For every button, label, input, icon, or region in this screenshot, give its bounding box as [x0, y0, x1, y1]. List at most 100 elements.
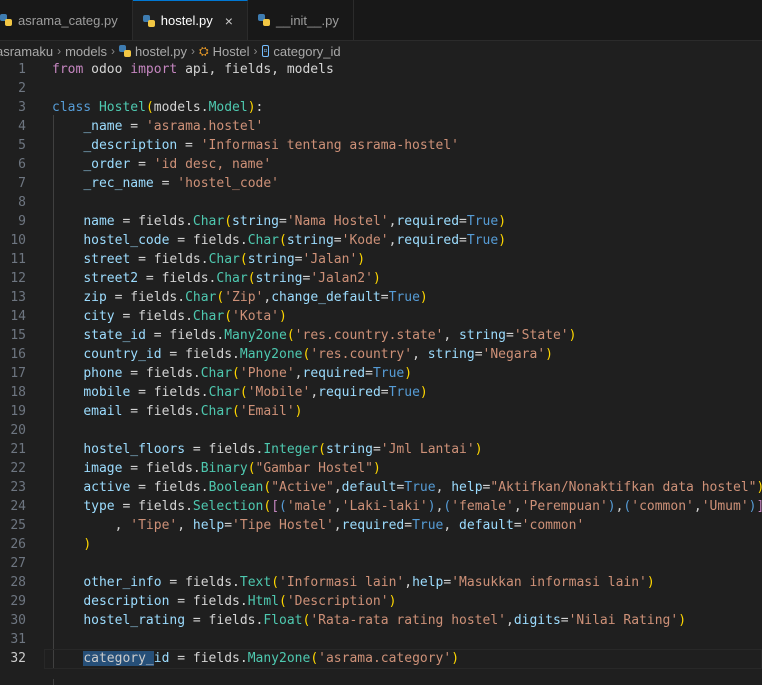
- horizontal-scrollbar[interactable]: [0, 669, 762, 679]
- code-line[interactable]: 28 other_info = fields.Text('Informasi l…: [0, 573, 762, 592]
- code-line[interactable]: 2: [0, 79, 762, 98]
- code-token: [52, 214, 83, 229]
- code-token: hostel_floors: [83, 442, 185, 457]
- code-token: =: [334, 233, 342, 248]
- code-token: "Aktifkan/Nonaktifkan data hostel": [490, 480, 756, 495]
- code-token: [52, 499, 83, 514]
- code-token: = fields.: [122, 404, 200, 419]
- code-token: Many2one: [224, 328, 287, 343]
- line-number: 2: [0, 79, 26, 98]
- code-token: Many2one: [248, 651, 311, 666]
- code-line[interactable]: 17 phone = fields.Char('Phone',required=…: [0, 364, 762, 383]
- code-token: street: [83, 252, 130, 267]
- code-line[interactable]: 25 , 'Tipe', help='Tipe Hostel',required…: [0, 516, 762, 535]
- code-token: models.: [154, 100, 209, 115]
- code-text: category_id = fields.Many2one('asrama.ca…: [52, 649, 459, 668]
- line-number: 21: [0, 440, 26, 459]
- code-line[interactable]: 20: [0, 421, 762, 440]
- code-token: ,: [177, 518, 193, 533]
- code-token: ): [498, 214, 506, 229]
- tab-asrama-categ[interactable]: asrama_categ.py: [0, 0, 133, 40]
- code-line[interactable]: 27: [0, 554, 762, 573]
- code-text: hostel_code = fields.Char(string='Kode',…: [52, 231, 506, 250]
- code-token: = fields.: [115, 214, 193, 229]
- code-token: =: [381, 290, 389, 305]
- tab-hostel[interactable]: hostel.py ×: [133, 0, 248, 40]
- code-line[interactable]: 6 _order = 'id desc, name': [0, 155, 762, 174]
- breadcrumb-symbol[interactable]: category_id: [273, 44, 340, 59]
- line-number: 8: [0, 193, 26, 212]
- code-line[interactable]: 16 country_id = fields.Many2one('res.cou…: [0, 345, 762, 364]
- code-token: [91, 100, 99, 115]
- python-file-icon: [143, 15, 155, 27]
- code-text: _description = 'Informasi tentang asrama…: [52, 136, 459, 155]
- line-number: 26: [0, 535, 26, 554]
- code-token: Html: [248, 594, 279, 609]
- code-token: = fields.: [169, 594, 247, 609]
- code-line[interactable]: 1from odoo import api, fields, models: [0, 60, 762, 79]
- line-number: 10: [0, 231, 26, 250]
- code-line[interactable]: 26 ): [0, 535, 762, 554]
- code-line[interactable]: 9 name = fields.Char(string='Nama Hostel…: [0, 212, 762, 231]
- code-token: =: [224, 518, 232, 533]
- code-line[interactable]: 22 image = fields.Binary("Gambar Hostel"…: [0, 459, 762, 478]
- code-text: mobile = fields.Char('Mobile',required=T…: [52, 383, 428, 402]
- code-token: =: [506, 328, 514, 343]
- code-text: hostel_floors = fields.Integer(string='J…: [52, 440, 483, 459]
- code-token: 'female': [451, 499, 514, 514]
- code-token: 'Jml Lantai': [381, 442, 475, 457]
- code-token: = fields.: [138, 271, 216, 286]
- code-token: Char: [248, 233, 279, 248]
- code-line[interactable]: 3class Hostel(models.Model):: [0, 98, 762, 117]
- code-token: ,: [334, 480, 342, 495]
- code-editor[interactable]: 1from odoo import api, fields, models23c…: [0, 60, 762, 679]
- code-token: 'asrama.hostel': [146, 119, 263, 134]
- code-line[interactable]: 4 _name = 'asrama.hostel': [0, 117, 762, 136]
- code-token: 'Informasi tentang asrama-hostel': [201, 138, 459, 153]
- code-token: image: [83, 461, 122, 476]
- code-line[interactable]: 8: [0, 193, 762, 212]
- code-token: [52, 347, 83, 362]
- code-token: hostel_code: [83, 233, 169, 248]
- code-token: ): [756, 480, 762, 495]
- code-token: name: [83, 214, 114, 229]
- code-line[interactable]: 11 street = fields.Char(string='Jalan'): [0, 250, 762, 269]
- code-token: =: [514, 518, 522, 533]
- code-line[interactable]: 18 mobile = fields.Char('Mobile',require…: [0, 383, 762, 402]
- code-line[interactable]: 30 hostel_rating = fields.Float('Rata-ra…: [0, 611, 762, 630]
- code-token: from: [52, 62, 83, 77]
- code-line[interactable]: 5 _description = 'Informasi tentang asra…: [0, 136, 762, 155]
- code-line[interactable]: 32 category_id = fields.Many2one('asrama…: [0, 649, 762, 668]
- code-token: ]: [757, 499, 762, 514]
- code-token: True: [412, 518, 443, 533]
- code-token: =: [365, 366, 373, 381]
- code-line[interactable]: 31: [0, 630, 762, 649]
- close-icon[interactable]: ×: [225, 13, 233, 29]
- code-line[interactable]: 7 _rec_name = 'hostel_code': [0, 174, 762, 193]
- tab-init[interactable]: __init__.py: [248, 0, 354, 40]
- code-line[interactable]: 21 hostel_floors = fields.Integer(string…: [0, 440, 762, 459]
- code-line[interactable]: 29 description = fields.Html('Descriptio…: [0, 592, 762, 611]
- code-line[interactable]: 13 zip = fields.Char('Zip',change_defaul…: [0, 288, 762, 307]
- breadcrumb-file[interactable]: hostel.py: [135, 44, 187, 59]
- code-token: Float: [263, 613, 302, 628]
- code-line[interactable]: 15 state_id = fields.Many2one('res.count…: [0, 326, 762, 345]
- code-text: , 'Tipe', help='Tipe Hostel',required=Tr…: [52, 516, 584, 535]
- code-line[interactable]: 23 active = fields.Boolean("Active",defa…: [0, 478, 762, 497]
- code-line[interactable]: 10 hostel_code = fields.Char(string='Kod…: [0, 231, 762, 250]
- code-line[interactable]: 14 city = fields.Char('Kota'): [0, 307, 762, 326]
- line-number: 30: [0, 611, 26, 630]
- code-line[interactable]: 12 street2 = fields.Char(string='Jalan2'…: [0, 269, 762, 288]
- code-line[interactable]: 24 type = fields.Selection([('male','Lak…: [0, 497, 762, 516]
- code-token: (: [232, 366, 240, 381]
- breadcrumb-folder[interactable]: models: [65, 44, 107, 59]
- breadcrumb-class[interactable]: Hostel: [213, 44, 250, 59]
- code-token: [52, 119, 83, 134]
- code-line[interactable]: 19 email = fields.Char('Email'): [0, 402, 762, 421]
- code-token: =: [177, 138, 200, 153]
- breadcrumb-folder[interactable]: asramaku: [0, 44, 53, 59]
- code-token: odoo: [83, 62, 130, 77]
- line-number: 31: [0, 630, 26, 649]
- code-token: (: [240, 252, 248, 267]
- code-token: 'Nama Hostel': [287, 214, 389, 229]
